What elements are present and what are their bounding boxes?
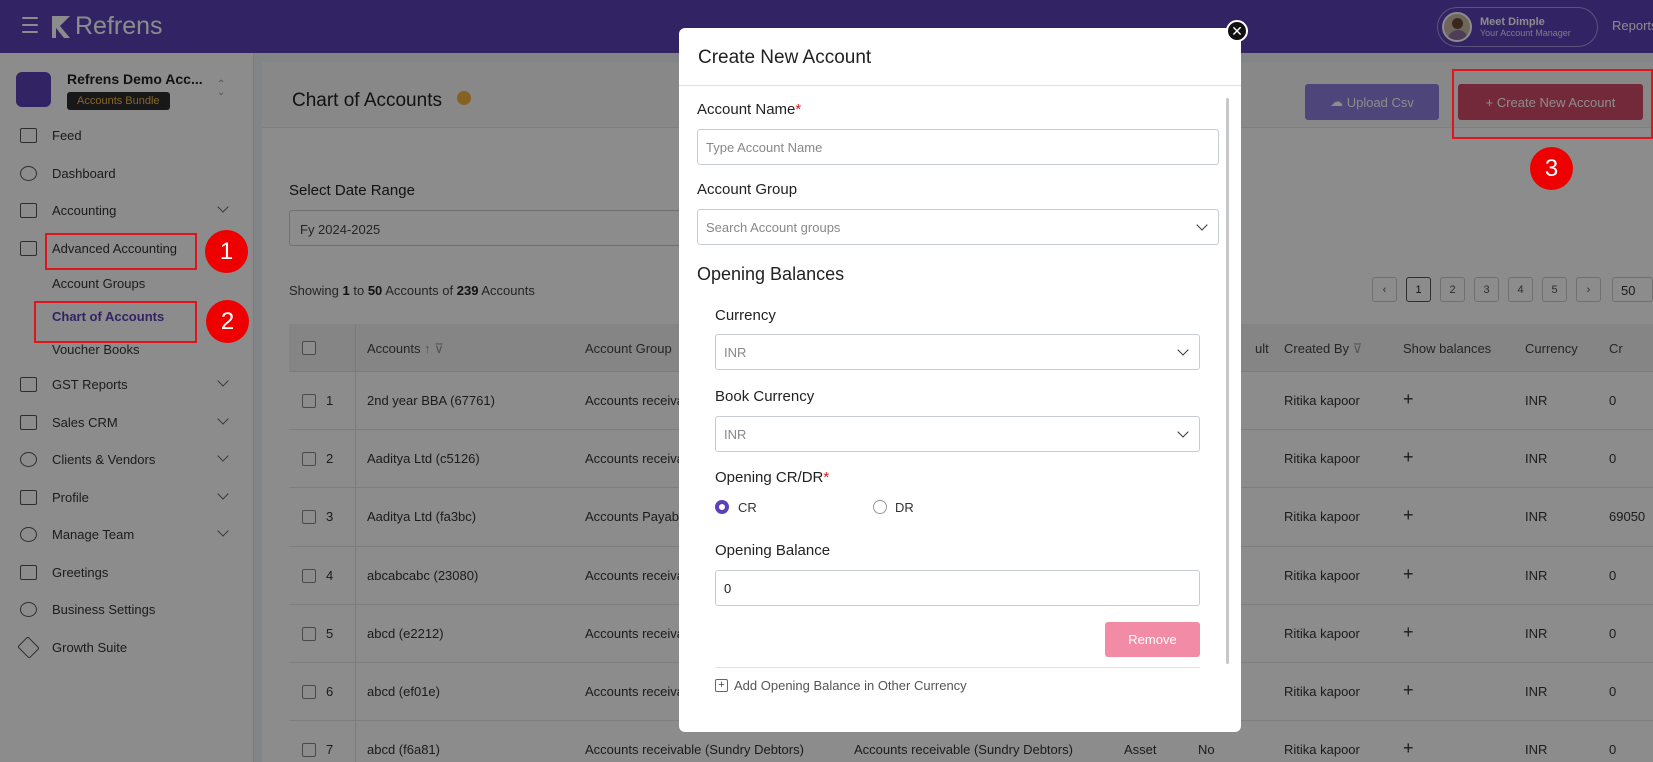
cr-radio[interactable] [715,500,729,514]
modal-title: Create New Account [698,47,872,68]
account-group-label: Account Group [697,181,798,198]
currency-label: Currency [715,307,776,324]
opening-balances-heading: Opening Balances [697,264,845,284]
section-divider [715,667,1200,668]
remove-button[interactable]: Remove [1105,622,1200,657]
account-group-placeholder: Search Account groups [706,220,841,235]
modal-close-icon[interactable]: ✕ [1226,20,1248,42]
cr-radio-label[interactable]: CR [738,500,757,515]
chevron-down-icon [1196,219,1208,231]
add-other-currency-label: Add Opening Balance in Other Currency [734,678,967,693]
add-other-currency-link[interactable]: + Add Opening Balance in Other Currency [715,678,967,693]
opening-balance-input[interactable]: 0 [715,570,1200,606]
opening-crdr-label-text: Opening CR/DR [715,469,824,486]
currency-value: INR [724,345,747,360]
account-name-input[interactable]: Type Account Name [697,129,1219,165]
book-currency-value: INR [724,427,747,442]
step-badge-2: 2 [206,300,249,343]
account-group-select[interactable]: Search Account groups [697,209,1219,245]
dr-radio-label[interactable]: DR [895,500,914,515]
required-marker: * [795,101,802,118]
modal-divider [679,85,1241,86]
opening-crdr-label: Opening CR/DR* [715,469,829,486]
currency-select[interactable]: INR [715,334,1200,370]
opening-balance-label: Opening Balance [715,542,831,559]
create-account-modal: Create New Account Account Name* Type Ac… [679,28,1241,732]
highlight-create-new-account [1452,69,1653,139]
plus-box-icon: + [715,679,728,692]
modal-scrollbar[interactable] [1226,98,1229,664]
book-currency-select[interactable]: INR [715,416,1200,452]
dr-radio[interactable] [873,500,887,514]
required-marker: * [823,469,830,486]
chevron-down-icon [1177,344,1189,356]
account-name-label: Account Name* [697,101,801,118]
account-name-label-text: Account Name [697,101,796,118]
highlight-chart-of-accounts [34,301,197,343]
highlight-advanced-accounting [45,233,197,270]
chevron-down-icon [1177,426,1189,438]
step-badge-3: 3 [1530,147,1573,190]
step-badge-1: 1 [205,230,248,273]
book-currency-label: Book Currency [715,388,815,405]
